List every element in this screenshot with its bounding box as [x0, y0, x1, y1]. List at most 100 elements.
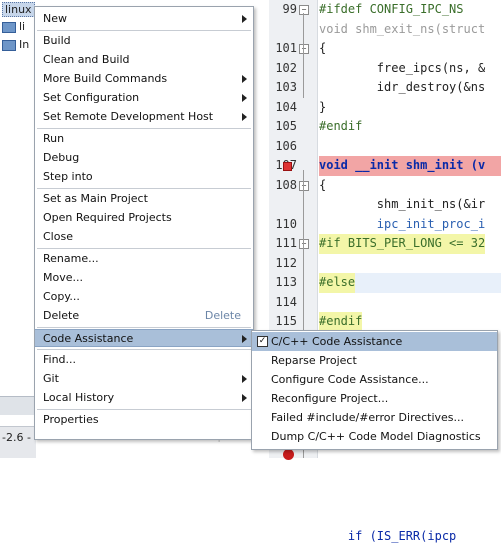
menu-item-copy[interactable]: Copy...	[35, 288, 253, 306]
submenu-item-label: Configure Code Assistance...	[271, 370, 429, 389]
submenu-item-configure-code-assistance[interactable]: Configure Code Assistance...	[252, 370, 497, 389]
menu-item-label: Close	[43, 228, 73, 246]
code-text: #if BITS_PER_LONG <= 32	[319, 234, 485, 254]
menu-item-delete[interactable]: Delete Delete	[35, 307, 253, 325]
submenu-arrow-icon	[242, 75, 247, 83]
menu-item-label: New	[43, 10, 67, 28]
submenu-arrow-icon	[242, 15, 247, 23]
menu-item-debug[interactable]: Debug	[35, 149, 253, 167]
project-tree: linux li In -2.6 -	[0, 0, 36, 458]
tree-node-linux[interactable]: linux	[2, 3, 35, 17]
folder-icon	[2, 22, 16, 33]
line-number: 111	[269, 234, 297, 254]
submenu-arrow-icon	[242, 335, 247, 343]
menu-item-label: Code Assistance	[43, 330, 133, 348]
code-text: if (IS_ERR(ipcp	[319, 527, 456, 546]
line-number: 105	[269, 117, 297, 137]
shortcut-label: Delete	[205, 307, 241, 325]
menu-separator	[37, 128, 251, 129]
menu-item-more-build-commands[interactable]: More Build Commands	[35, 70, 253, 88]
tree-node-folder-1[interactable]: li	[2, 20, 25, 34]
fold-toggle-icon[interactable]: −	[299, 181, 309, 191]
line-number: 102	[269, 59, 297, 79]
submenu-item-dump-c-c-code-model-diagnostics[interactable]: Dump C/C++ Code Model Diagnostics	[252, 427, 497, 446]
submenu-item-c-c-code-assistance[interactable]: ✓C/C++ Code Assistance	[252, 332, 497, 351]
code-line[interactable]	[36, 468, 501, 488]
code-text: void __init shm_init (v	[319, 156, 485, 176]
menu-item-label: Rename...	[43, 250, 99, 268]
menu-item-local-history[interactable]: Local History	[35, 389, 253, 407]
tree-node-label: linux	[2, 2, 35, 17]
horizontal-scrollbar[interactable]	[0, 396, 36, 415]
code-line[interactable]: if (IS_ERR(ipcp	[36, 527, 501, 546]
menu-item-label: Local History	[43, 389, 114, 407]
submenu-item-label: C/C++ Code Assistance	[271, 332, 402, 351]
menu-item-open-required-projects[interactable]: Open Required Projects	[35, 209, 253, 227]
menu-item-clean-and-build[interactable]: Clean and Build	[35, 51, 253, 69]
menu-item-label: Delete	[43, 307, 79, 325]
error-icon[interactable]	[283, 449, 294, 460]
line-number: 113	[269, 273, 297, 293]
tree-node-folder-2[interactable]: In	[2, 38, 29, 52]
menu-item-label: Copy...	[43, 288, 80, 306]
menu-item-move[interactable]: Move...	[35, 269, 253, 287]
menu-item-set-as-main-project[interactable]: Set as Main Project	[35, 190, 253, 208]
fold-toggle-icon[interactable]: −	[299, 5, 309, 15]
menu-item-set-remote-development-host[interactable]: Set Remote Development Host	[35, 108, 253, 126]
breakpoint-icon[interactable]	[283, 162, 292, 171]
submenu-item-label: Reconfigure Project...	[271, 389, 388, 408]
menu-item-run[interactable]: Run	[35, 130, 253, 148]
fold-guide-line	[303, 13, 304, 98]
code-assistance-submenu: ✓C/C++ Code AssistanceReparse ProjectCon…	[251, 330, 498, 450]
line-number: 110	[269, 215, 297, 235]
submenu-item-reparse-project[interactable]: Reparse Project	[252, 351, 497, 370]
menu-item-label: More Build Commands	[43, 70, 167, 88]
menu-item-properties[interactable]: Properties	[35, 411, 253, 429]
submenu-item-failed-include-error-directives[interactable]: Failed #include/#error Directives...	[252, 408, 497, 427]
menu-item-close[interactable]: Close	[35, 228, 253, 246]
line-number: 101	[269, 39, 297, 59]
line-number: 99	[269, 0, 297, 20]
menu-item-label: Open Required Projects	[43, 209, 172, 227]
code-text: void shm_exit_ns(struct	[319, 20, 485, 40]
fold-toggle-icon[interactable]: −	[299, 44, 309, 54]
status-text: -2.6 -	[2, 431, 31, 444]
line-number: 108	[269, 176, 297, 196]
fold-toggle-icon[interactable]: −	[299, 239, 309, 249]
code-text: shm_init_ns(&ir	[319, 195, 485, 215]
tree-node-label: li	[19, 20, 25, 33]
menu-item-set-configuration[interactable]: Set Configuration	[35, 89, 253, 107]
submenu-item-reconfigure-project[interactable]: Reconfigure Project...	[252, 389, 497, 408]
menu-separator	[37, 349, 251, 350]
submenu-arrow-icon	[242, 94, 247, 102]
line-number: 104	[269, 98, 297, 118]
code-text: #else	[319, 273, 355, 293]
menu-separator	[37, 248, 251, 249]
project-context-menu: New BuildClean and BuildMore Build Comman…	[34, 6, 254, 440]
menu-item-new[interactable]: New	[35, 10, 253, 28]
code-text: #endif	[319, 117, 362, 137]
menu-separator	[37, 30, 251, 31]
menu-item-code-assistance[interactable]: Code Assistance	[35, 329, 253, 347]
menu-item-label: Step into	[43, 168, 93, 186]
line-number: 112	[269, 254, 297, 274]
menu-item-git[interactable]: Git	[35, 370, 253, 388]
menu-item-label: Find...	[43, 351, 76, 369]
submenu-item-label: Dump C/C++ Code Model Diagnostics	[271, 427, 481, 446]
menu-separator	[37, 188, 251, 189]
submenu-item-label: Failed #include/#error Directives...	[271, 408, 464, 427]
checkbox-checked-icon[interactable]: ✓	[257, 336, 268, 347]
code-text: idr_destroy(&ns	[319, 78, 485, 98]
menu-item-rename[interactable]: Rename...	[35, 250, 253, 268]
code-line[interactable]	[36, 488, 501, 508]
menu-item-build[interactable]: Build	[35, 32, 253, 50]
menu-item-find[interactable]: Find...	[35, 351, 253, 369]
menu-item-step-into[interactable]: Step into	[35, 168, 253, 186]
code-text: free_ipcs(ns, &	[319, 59, 485, 79]
code-line[interactable]	[36, 507, 501, 527]
code-line[interactable]	[36, 449, 501, 469]
code-text: {	[319, 176, 326, 196]
line-number: 103	[269, 78, 297, 98]
menu-item-label: Move...	[43, 269, 83, 287]
submenu-arrow-icon	[242, 394, 247, 402]
